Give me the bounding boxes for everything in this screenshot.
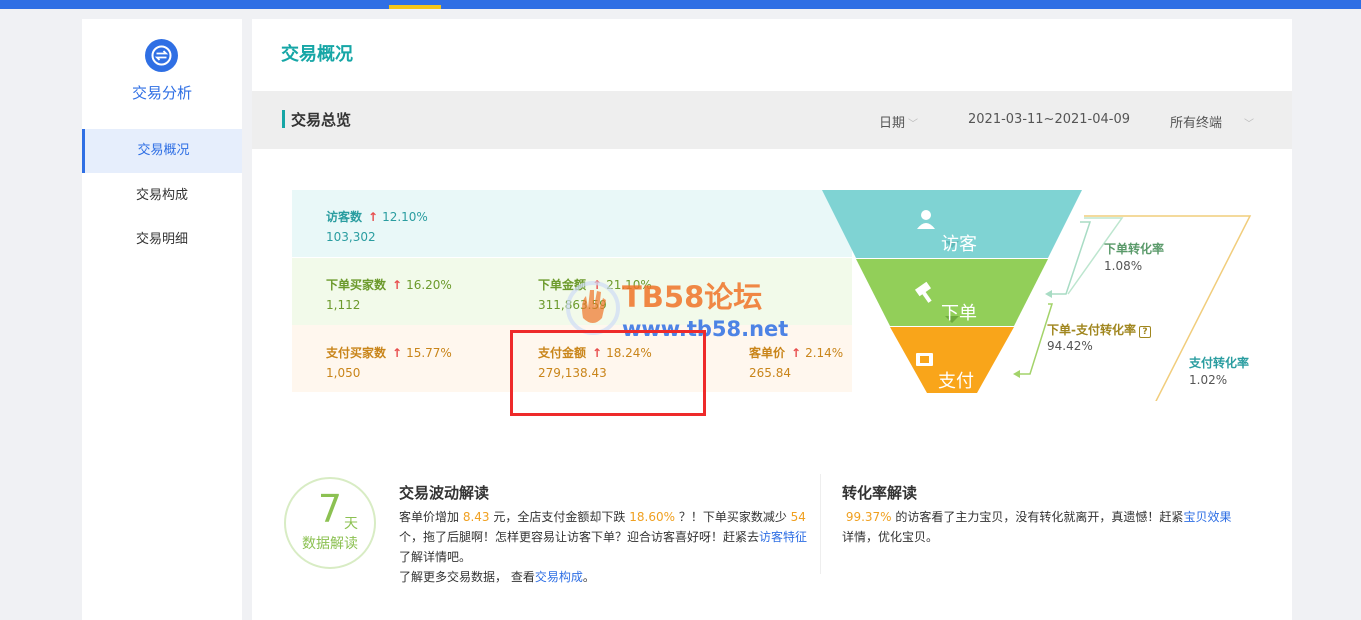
sidebar-item-composition[interactable]: 交易构成 [82, 174, 242, 218]
up-arrow-icon: ↑ [368, 210, 379, 224]
main-panel: 交易概况 交易总览 日期 ﹀ 2021-03-11~2021-04-09 所有终端… [252, 19, 1292, 620]
metric-label: 支付买家数 [326, 346, 387, 360]
sidebar: 交易分析 交易概况 交易构成 交易明细 [82, 19, 242, 620]
funnel-stage-label: 下单 [941, 303, 977, 324]
top-nav-active-indicator [389, 5, 441, 9]
watermark-hand-logo [566, 281, 620, 335]
text-segment: ？！下单买家数减少 [678, 510, 787, 524]
text-segment: 。 [582, 570, 595, 584]
metric-rate: 15.77% [406, 346, 452, 360]
terminal-label: 所有终端 [1170, 116, 1223, 131]
text-segment: 的访客看了主力宝贝，没有转化就离开，真遗憾！赶紧 [895, 510, 1184, 524]
help-icon[interactable]: ? [1138, 326, 1151, 338]
pay-rate-value: 1.02% [1189, 373, 1228, 387]
metric-rate: 12.10% [382, 210, 428, 224]
text-segment: 了解详情吧。 [399, 550, 472, 564]
date-range-picker[interactable]: 2021-03-11~2021-04-09 [968, 112, 1130, 127]
sidebar-item-details[interactable]: 交易明细 [82, 218, 242, 262]
text-segment: 详情，优化宝贝。 [842, 530, 939, 544]
trade-composition-link[interactable]: 交易构成 [535, 570, 583, 584]
section-header: 交易总览 日期 ﹀ 2021-03-11~2021-04-09 所有终端 ﹀ [252, 91, 1292, 149]
date-type-dropdown[interactable]: 日期 ﹀ [879, 112, 918, 131]
wallet-icon [916, 353, 933, 366]
seven-day-badge: 7 天 数据解读 [284, 477, 376, 569]
up-arrow-icon: ↑ [392, 278, 403, 292]
metric-label: 下单买家数 [326, 278, 387, 292]
up-arrow-icon: ↑ [791, 346, 802, 360]
text-segment: 个，拖了后腿啊！怎样更容易让访客下单？迎合访客喜好呀！赶紧去 [399, 530, 760, 544]
funnel-stage-label: 访客 [941, 234, 977, 255]
metric-value: 103,302 [326, 230, 376, 244]
conversion-title: 转化率解读 [842, 484, 918, 502]
metric-label: 访客数 [326, 210, 363, 224]
order-rate-value: 1.08% [1104, 259, 1143, 273]
badge-text: 数据解读 [302, 536, 358, 552]
top-nav-bar [0, 0, 1361, 9]
chevron-down-icon: ﹀ [1244, 119, 1255, 130]
badge-unit: 天 [344, 516, 358, 532]
watermark-title: TB58论坛 [622, 280, 763, 314]
highlight-value: 54 [790, 510, 806, 524]
pay-rate-label: 支付转化率 [1189, 356, 1250, 370]
order-pay-rate-value: 94.42% [1047, 339, 1093, 353]
funnel-row-visitors: 访客数 ↑ 12.10% 103,302 [292, 190, 852, 257]
metric-visitors: 访客数 ↑ 12.10% 103,302 [326, 208, 428, 244]
section-accent [282, 110, 285, 128]
fluctuation-text: 客单价增加 8.43 元，全店支付金额却下跌 18.60% ？！下单买家数减少 … [399, 507, 809, 587]
text-segment: 了解更多交易数据， 查看 [399, 570, 535, 584]
badge-number: 7 [317, 487, 343, 531]
fluctuation-title: 交易波动解读 [399, 484, 490, 502]
metric-order-buyers: 下单买家数 ↑ 16.20% 1,112 [326, 276, 452, 312]
order-pay-rate-label: 下单-支付转化率? [1047, 321, 1151, 338]
highlight-box [510, 330, 706, 416]
sidebar-title: 交易分析 [131, 84, 192, 102]
conversion-text: 99.37% 的访客看了主力宝贝，没有转化就离开，真遗憾！赶紧宝贝效果详情，优化… [842, 507, 1262, 547]
text-segment: 元，全店支付金额却下跌 [493, 510, 626, 524]
page-title: 交易概况 [281, 44, 353, 65]
chevron-down-icon: ﹀ [908, 119, 919, 130]
highlight-value: 99.37% [845, 510, 892, 524]
highlight-value: 8.43 [462, 510, 490, 524]
metric-label: 客单价 [749, 346, 786, 360]
metric-value: 1,050 [326, 366, 361, 380]
section-title: 交易总览 [291, 111, 352, 129]
order-rate-label: 下单转化率 [1104, 242, 1165, 256]
highlight-value: 18.60% [629, 510, 675, 524]
sidebar-item-overview[interactable]: 交易概况 [82, 129, 242, 173]
order-pay-rate-text: 下单-支付转化率 [1047, 323, 1136, 337]
terminal-dropdown[interactable]: 所有终端 ﹀ [1170, 112, 1254, 131]
up-arrow-icon: ↑ [392, 346, 403, 360]
divider [820, 474, 821, 574]
date-type-label: 日期 [879, 116, 906, 131]
metric-value: 1,112 [326, 298, 361, 312]
text-segment: 客单价增加 [399, 510, 460, 524]
metric-rate: 16.20% [406, 278, 452, 292]
item-effect-link[interactable]: 宝贝效果 [1183, 510, 1231, 524]
metric-pay-buyers: 支付买家数 ↑ 15.77% 1,050 [326, 344, 452, 380]
swap-arrows-icon [145, 39, 178, 72]
funnel-stage-label: 支付 [938, 371, 974, 392]
visitor-traits-link[interactable]: 访客特征 [759, 530, 807, 544]
